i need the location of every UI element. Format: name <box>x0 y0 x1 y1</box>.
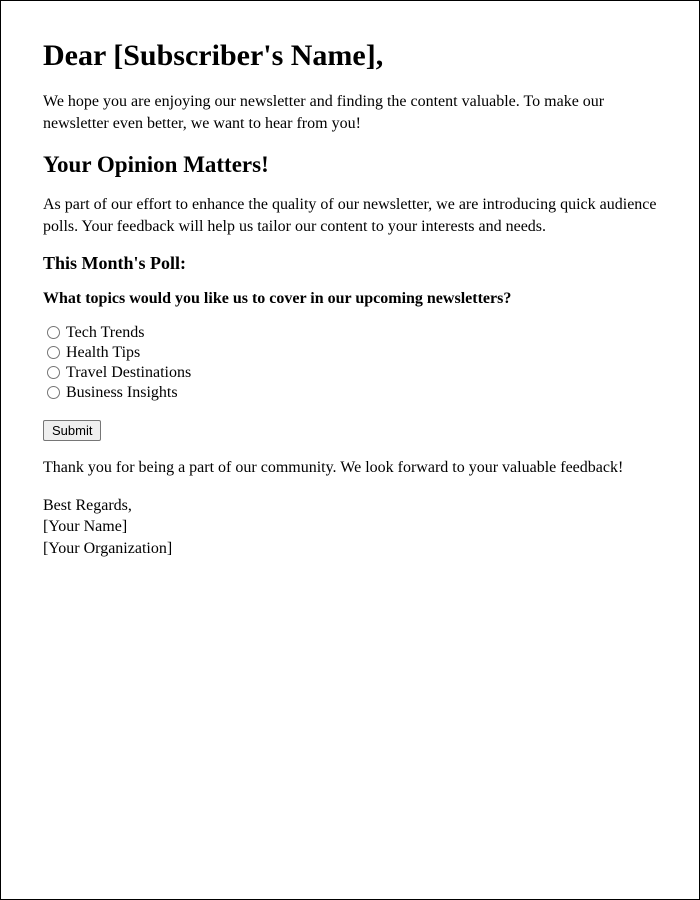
poll-option[interactable]: Business Insights <box>43 384 657 402</box>
thanks-paragraph: Thank you for being a part of our commun… <box>43 457 657 479</box>
poll-options: Tech Trends Health Tips Travel Destinati… <box>43 324 657 402</box>
poll-radio[interactable] <box>47 366 60 379</box>
signoff-block: Best Regards, [Your Name] [Your Organiza… <box>43 495 657 560</box>
poll-option[interactable]: Tech Trends <box>43 324 657 342</box>
poll-radio[interactable] <box>47 346 60 359</box>
document-page: Dear [Subscriber's Name], We hope you ar… <box>0 0 700 900</box>
greeting-heading: Dear [Subscriber's Name], <box>43 39 657 73</box>
signoff-line: [Your Organization] <box>43 538 657 560</box>
poll-option[interactable]: Travel Destinations <box>43 364 657 382</box>
poll-option[interactable]: Health Tips <box>43 344 657 362</box>
poll-option-label: Travel Destinations <box>66 364 191 382</box>
poll-radio[interactable] <box>47 326 60 339</box>
signoff-line: [Your Name] <box>43 516 657 538</box>
poll-option-label: Business Insights <box>66 384 178 402</box>
poll-radio[interactable] <box>47 386 60 399</box>
section-heading: Your Opinion Matters! <box>43 152 657 178</box>
poll-heading: This Month's Poll: <box>43 253 657 274</box>
poll-option-label: Health Tips <box>66 344 140 362</box>
poll-question: What topics would you like us to cover i… <box>43 288 657 310</box>
section-body: As part of our effort to enhance the qua… <box>43 194 657 237</box>
poll-option-label: Tech Trends <box>66 324 144 342</box>
intro-paragraph: We hope you are enjoying our newsletter … <box>43 91 657 134</box>
submit-button[interactable]: Submit <box>43 420 101 441</box>
signoff-line: Best Regards, <box>43 495 657 517</box>
